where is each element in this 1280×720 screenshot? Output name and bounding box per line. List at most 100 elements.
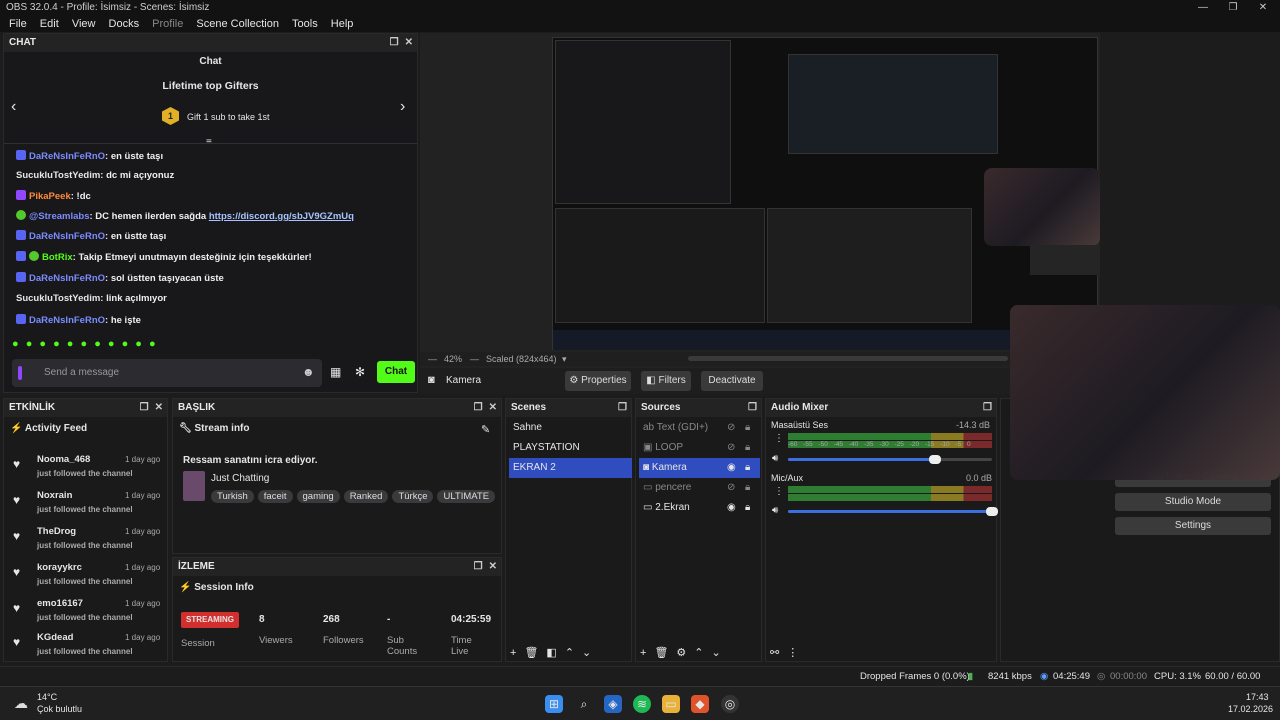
close-icon[interactable]: ✕ xyxy=(1248,0,1278,16)
menu-tools[interactable]: Tools xyxy=(292,18,318,30)
trash-icon[interactable]: 🗑︎ xyxy=(654,647,676,659)
filter-icon: ◧ xyxy=(646,375,656,386)
eye-hidden-icon[interactable]: ⊘ xyxy=(727,438,735,458)
kebab-icon[interactable]: ⋮ xyxy=(774,433,784,444)
filters-button[interactable]: ◧ Filters xyxy=(641,371,691,391)
dropdown-icon[interactable]: ▾ xyxy=(562,352,567,366)
list-item[interactable]: ♥ TheDrog just followed the channel 1 day a… xyxy=(7,523,167,557)
down-icon[interactable]: ⌄ xyxy=(712,647,729,659)
edit-icon[interactable]: ✎ xyxy=(481,423,490,436)
scene-item-selected[interactable]: EKRAN 2 xyxy=(509,458,632,478)
link-icon[interactable]: ⚯ xyxy=(770,647,787,659)
menu-file[interactable]: File xyxy=(9,18,27,30)
lock-icon[interactable]: 🔒︎ xyxy=(745,418,750,438)
minimize-icon[interactable]: — xyxy=(1188,0,1218,16)
volume-slider[interactable] xyxy=(788,507,998,516)
minus-icon[interactable]: — xyxy=(428,352,437,366)
list-item[interactable]: ♥ KGdead just followed the channel 1 day ag… xyxy=(7,629,167,663)
selected-source: Kamera xyxy=(446,375,482,386)
float-icon[interactable]: ❐ xyxy=(474,402,483,413)
list-item[interactable]: ♥ korayykrc just followed the channel 1 day… xyxy=(7,559,167,593)
filter-icon[interactable]: ◧ xyxy=(546,647,564,659)
close-icon[interactable]: ✕ xyxy=(155,402,163,413)
brave-icon[interactable]: ◆ xyxy=(691,695,709,713)
discord-link[interactable]: https://discord.gg/sbJV9GZmUq xyxy=(209,211,354,222)
scaled-label: Scaled (824x464) xyxy=(486,354,557,364)
scene-item[interactable]: Sahne xyxy=(509,418,628,438)
list-item[interactable]: ♥ emo16167 just followed the channel 1 day … xyxy=(7,595,167,629)
menu-help[interactable]: Help xyxy=(331,18,354,30)
float-icon[interactable]: ❐ xyxy=(140,402,149,413)
folder-icon[interactable]: ▭ xyxy=(662,695,680,713)
weather-desc[interactable]: Çok bulutlu xyxy=(37,704,82,714)
chevron-down-icon[interactable]: — xyxy=(470,352,479,366)
source-item[interactable]: ▭ pencere ⊘ 🔒︎ xyxy=(639,478,760,498)
speaker-icon[interactable]: 🔊︎ xyxy=(772,453,778,464)
settings-button[interactable]: Settings xyxy=(1115,517,1271,535)
signal-icon: ▮ xyxy=(968,671,974,682)
up-icon[interactable]: ⌃ xyxy=(694,647,711,659)
properties-button[interactable]: ⚙ Properties xyxy=(565,371,631,391)
trash-icon[interactable]: 🗑︎ xyxy=(524,647,546,659)
spotify-icon[interactable]: ≋ xyxy=(633,695,651,713)
list-item[interactable]: ♥ Noxrain just followed the channel 1 day a… xyxy=(7,487,167,521)
preview-scrollbar[interactable] xyxy=(688,356,1008,361)
lock-icon[interactable]: 🔒︎ xyxy=(745,498,750,518)
lock-icon[interactable]: 🔒︎ xyxy=(745,458,750,478)
close-icon[interactable]: ✕ xyxy=(489,402,497,413)
volume-slider[interactable] xyxy=(788,455,992,464)
menu-profile[interactable]: Profile xyxy=(152,18,183,30)
maximize-icon[interactable]: ❐ xyxy=(1218,0,1248,16)
float-icon[interactable]: ❐ xyxy=(748,402,757,413)
obs-icon[interactable]: ◎ xyxy=(721,695,739,713)
search-icon[interactable]: ⌕ xyxy=(575,695,593,713)
gear-icon[interactable]: ✻ xyxy=(355,365,365,379)
weather-temp[interactable]: 14°C xyxy=(37,692,57,702)
float-icon[interactable]: ❐ xyxy=(390,37,399,48)
add-icon[interactable]: + xyxy=(640,647,654,659)
menu-edit[interactable]: Edit xyxy=(40,18,59,30)
chevron-left-icon[interactable]: ‹ xyxy=(11,98,16,116)
menu-view[interactable]: View xyxy=(72,18,96,30)
lock-icon[interactable]: 🔒︎ xyxy=(745,438,750,458)
scene-item[interactable]: PLAYSTATION xyxy=(509,438,628,458)
down-icon[interactable]: ⌄ xyxy=(582,647,599,659)
eye-hidden-icon[interactable]: ⊘ xyxy=(727,478,735,498)
add-icon[interactable]: + xyxy=(510,647,524,659)
source-item[interactable]: ▣ LOOP ⊘ 🔒︎ xyxy=(639,438,760,458)
eye-hidden-icon[interactable]: ⊘ xyxy=(727,418,735,438)
float-icon[interactable]: ❐ xyxy=(618,402,627,413)
chevron-right-icon[interactable]: › xyxy=(400,98,405,116)
list-item[interactable]: ♥ Nooma_468 just followed the channel 1 day… xyxy=(7,451,167,485)
menu-scene-collection[interactable]: Scene Collection xyxy=(196,18,279,30)
eye-icon[interactable]: ◉ xyxy=(727,498,736,518)
float-icon[interactable]: ❐ xyxy=(983,402,992,413)
speaker-icon[interactable]: 🔊︎ xyxy=(772,505,778,516)
chat-send-button[interactable]: Chat xyxy=(377,361,415,383)
lock-icon[interactable]: 🔒︎ xyxy=(745,478,750,498)
store-icon[interactable]: ◈ xyxy=(604,695,622,713)
source-item-selected[interactable]: ◙ Kamera ◉ 🔒︎ xyxy=(639,458,760,478)
start-icon[interactable]: ⊞ xyxy=(545,695,563,713)
volume-knob[interactable] xyxy=(928,455,941,464)
studio-mode-button[interactable]: Studio Mode xyxy=(1115,493,1271,511)
chat-input[interactable]: Send a message ☻ xyxy=(12,359,322,387)
float-icon[interactable]: ❐ xyxy=(474,561,483,572)
up-icon[interactable]: ⌃ xyxy=(565,647,582,659)
close-icon[interactable]: ✕ xyxy=(489,561,497,572)
kebab-icon[interactable]: ⋮ xyxy=(774,486,784,497)
kebab-icon[interactable]: ⋮ xyxy=(787,647,806,659)
camera-icon: ◙ xyxy=(643,462,650,473)
volume-knob[interactable] xyxy=(986,507,998,516)
source-item[interactable]: ab Text (GDI+) ⊘ 🔒︎ xyxy=(639,418,760,438)
menu-docks[interactable]: Docks xyxy=(109,18,140,30)
gear-icon[interactable]: ⚙ xyxy=(676,647,694,659)
deactivate-button[interactable]: Deactivate xyxy=(701,371,763,391)
eye-icon[interactable]: ◉ xyxy=(727,458,736,478)
source-item[interactable]: ▭ 2.Ekran ◉ 🔒︎ xyxy=(639,498,760,518)
emoji-icon[interactable]: ☻ xyxy=(302,365,315,379)
taskbar: ☁ 14°C Çok bulutlu ⊞ ⌕ ◈ ≋ ▭ ◆ ◎ 17:43 1… xyxy=(0,686,1280,720)
gift-icon[interactable]: ▦ xyxy=(330,365,341,379)
emote-bar[interactable]: ● ● ● ● ● ● ● ● ● ● ● xyxy=(12,338,202,352)
close-icon[interactable]: ✕ xyxy=(405,37,413,48)
